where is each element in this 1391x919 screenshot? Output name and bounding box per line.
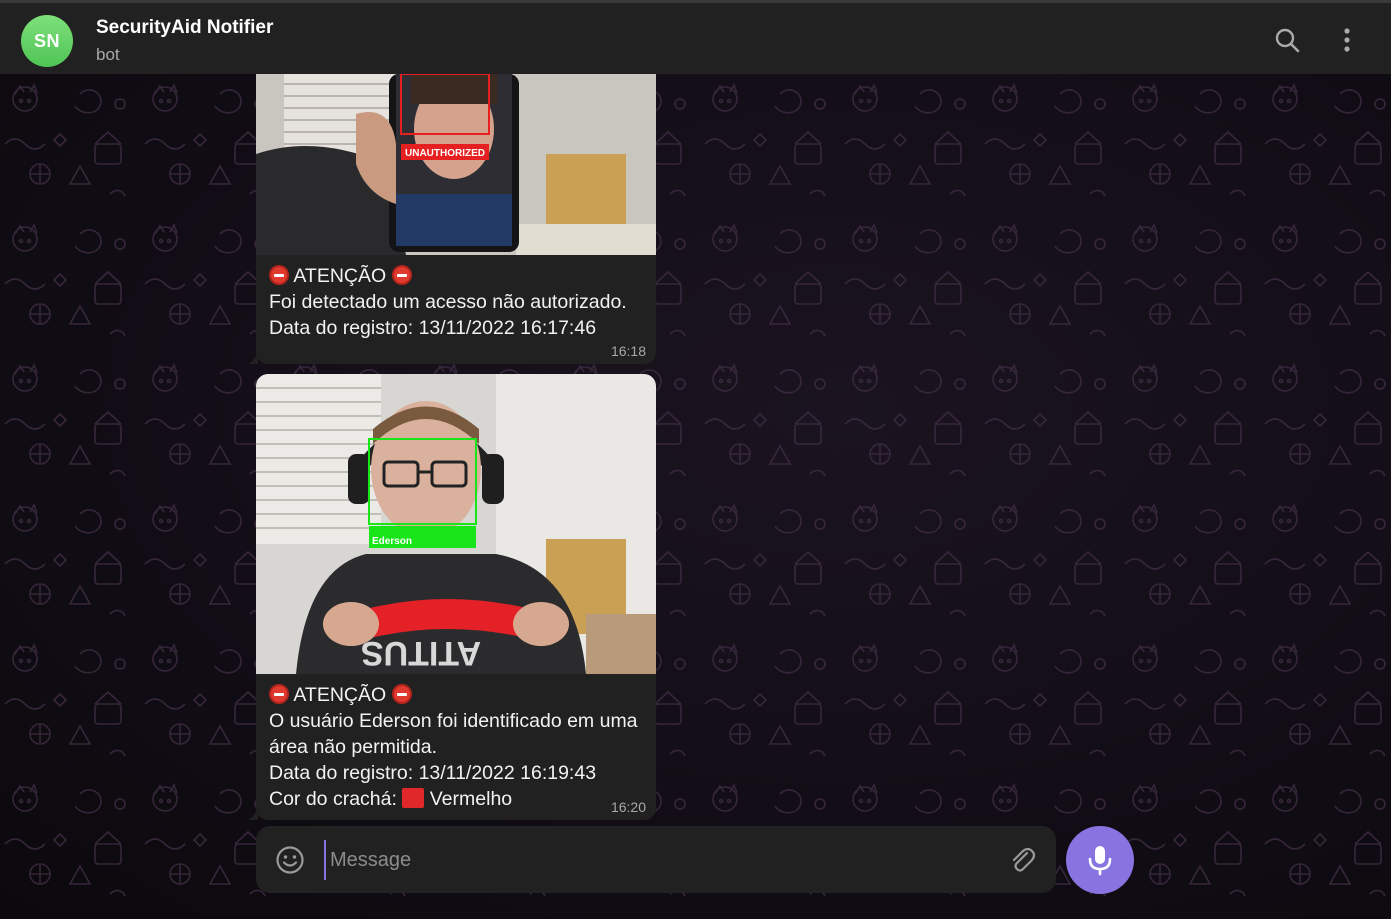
message-caption: ATENÇÃO O usuário Ederson foi identifica…	[256, 674, 656, 812]
message-photo[interactable]: UNAUTHORIZED	[256, 74, 656, 255]
microphone-icon[interactable]	[1066, 826, 1134, 894]
caption-line: Foi detectado um acesso não autorizado.	[269, 291, 627, 313]
bubble-tail	[248, 806, 258, 820]
svg-text:ATITUS: ATITUS	[361, 634, 481, 672]
paperclip-icon[interactable]	[1006, 844, 1038, 876]
caption-line: Data do registro: 13/11/2022 16:17:46	[269, 317, 597, 339]
stop-sign-icon	[269, 684, 289, 704]
heading-text: ATENÇÃO	[293, 265, 387, 287]
message-caption: ATENÇÃO Foi detectado um acesso não auto…	[256, 255, 656, 341]
bubble-tail	[248, 350, 258, 364]
message-bubble[interactable]: UNAUTHORIZED ATENÇÃO Foi detectado um ac…	[256, 74, 656, 364]
message-time: 16:20	[610, 799, 646, 815]
chat-title[interactable]: SecurityAid Notifier	[96, 17, 273, 39]
search-icon[interactable]	[1272, 25, 1302, 55]
message-time: 16:18	[610, 343, 646, 359]
caption-line: Data do registro: 13/11/2022 16:19:43	[269, 762, 597, 784]
caption-heading: ATENÇÃO	[269, 682, 643, 708]
chat-subtitle: bot	[96, 45, 120, 64]
smile-icon[interactable]	[275, 845, 305, 875]
avatar[interactable]: SN	[21, 15, 73, 67]
badge-label: Cor do crachá:	[269, 788, 397, 810]
chat-header: SN SecurityAid Notifier bot	[0, 0, 1391, 74]
chat-wallpaper	[0, 74, 1391, 919]
telegram-chat-window: SN SecurityAid Notifier bot UNAUTHORIZED…	[0, 0, 1391, 919]
detection-label: UNAUTHORIZED	[405, 148, 485, 159]
detection-label: Ederson	[372, 536, 412, 547]
badge-color-name: Vermelho	[429, 788, 513, 810]
message-photo[interactable]: ATITUS Ederson	[256, 374, 656, 674]
heading-text: ATENÇÃO	[293, 684, 387, 706]
red-square-icon	[402, 788, 425, 808]
message-bubble[interactable]: ATITUS Ederson ATENÇÃO O usuário Ederson…	[256, 374, 656, 820]
stop-sign-icon	[391, 265, 412, 285]
more-vertical-icon[interactable]	[1332, 25, 1362, 55]
caption-line: O usuário Ederson foi identificado em um…	[269, 710, 638, 758]
badge-color-line: Cor do crachá: Vermelho	[269, 786, 643, 812]
message-composer	[256, 826, 1056, 893]
message-input[interactable]	[324, 840, 984, 880]
stop-sign-icon	[391, 684, 412, 704]
caption-heading: ATENÇÃO	[269, 263, 643, 289]
stop-sign-icon	[269, 265, 289, 285]
